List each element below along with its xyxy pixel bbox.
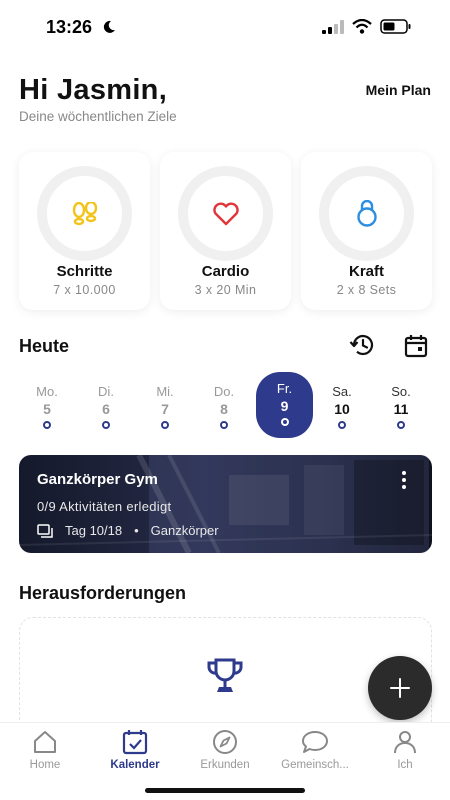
day-thu[interactable]: Do. 8 bbox=[200, 375, 248, 439]
day-label: So. bbox=[391, 384, 411, 399]
day-status-dot bbox=[102, 421, 110, 429]
status-time: 13:26 bbox=[46, 17, 93, 37]
tab-label: Kalender bbox=[110, 759, 160, 771]
calendar-icon[interactable] bbox=[404, 334, 428, 358]
workout-card[interactable]: Ganzkörper Gym 0/9 Aktivitäten erledigt … bbox=[19, 455, 432, 553]
goal-progress-ring bbox=[178, 166, 273, 261]
goal-title: Schritte bbox=[56, 263, 113, 280]
tab-label: Ich bbox=[397, 759, 413, 771]
moon-icon bbox=[103, 20, 115, 33]
goal-target: 3 x 20 Min bbox=[194, 283, 257, 297]
day-status-dot bbox=[220, 421, 228, 429]
workout-title: Ganzkörper Gym bbox=[37, 471, 158, 488]
tab-calendar[interactable]: Kalender bbox=[90, 723, 180, 783]
today-title: Heute bbox=[19, 336, 70, 356]
tab-home[interactable]: Home bbox=[0, 723, 90, 783]
day-tue[interactable]: Di. 6 bbox=[82, 375, 130, 439]
goal-progress-ring bbox=[319, 166, 414, 261]
day-number: 10 bbox=[334, 401, 350, 417]
day-status-dot bbox=[43, 421, 51, 429]
day-label: Do. bbox=[213, 384, 235, 399]
goal-card-steps[interactable]: Schritte 7 x 10.000 bbox=[19, 152, 150, 310]
day-status-dot bbox=[397, 421, 405, 429]
day-mon[interactable]: Mo. 5 bbox=[23, 375, 71, 439]
day-wed[interactable]: Mi. 7 bbox=[141, 375, 189, 439]
greeting-subtitle: Deine wöchentlichen Ziele bbox=[19, 109, 177, 124]
workout-meta: Tag 10/18 • Ganzkörper bbox=[37, 523, 219, 538]
day-number: 7 bbox=[161, 401, 169, 417]
day-sat[interactable]: Sa. 10 bbox=[318, 375, 366, 439]
workout-type: Ganzkörper bbox=[150, 523, 219, 538]
trophy-icon bbox=[207, 658, 243, 692]
goal-progress-ring bbox=[37, 166, 132, 261]
home-indicator bbox=[145, 788, 305, 793]
calendar-check-icon bbox=[122, 730, 148, 755]
signal-icon bbox=[322, 20, 344, 34]
battery-icon bbox=[380, 19, 411, 34]
home-icon bbox=[34, 731, 56, 753]
more-options-icon[interactable] bbox=[402, 471, 406, 492]
day-sun[interactable]: So. 11 bbox=[377, 375, 425, 439]
plan-stack-icon bbox=[37, 523, 53, 538]
kettlebell-icon bbox=[356, 199, 377, 227]
meta-separator: • bbox=[134, 523, 139, 538]
day-status-dot bbox=[338, 421, 346, 429]
greeting-title: Hi Jasmin, bbox=[19, 74, 168, 106]
person-icon bbox=[394, 731, 416, 754]
day-status-dot bbox=[280, 418, 289, 426]
day-number: 6 bbox=[102, 401, 110, 417]
tab-community[interactable]: Gemeinsch... bbox=[270, 723, 360, 783]
day-number: 11 bbox=[393, 401, 409, 417]
history-icon[interactable] bbox=[349, 333, 375, 357]
goal-card-strength[interactable]: Kraft 2 x 8 Sets bbox=[301, 152, 432, 310]
goal-target: 7 x 10.000 bbox=[53, 283, 116, 297]
goal-card-cardio[interactable]: Cardio 3 x 20 Min bbox=[160, 152, 291, 310]
day-label: Mo. bbox=[36, 384, 58, 399]
challenges-title: Herausforderungen bbox=[19, 583, 187, 603]
workout-progress: 0/9 Aktivitäten erledigt bbox=[37, 499, 172, 514]
footsteps-icon bbox=[72, 201, 97, 225]
compass-icon bbox=[213, 730, 237, 754]
status-bar: 13:26 bbox=[0, 0, 450, 52]
tab-explore[interactable]: Erkunden bbox=[180, 723, 270, 783]
day-label: Fr. bbox=[276, 381, 293, 396]
day-number: 5 bbox=[43, 401, 51, 417]
tab-label: Home bbox=[29, 759, 61, 771]
heart-icon bbox=[212, 202, 239, 225]
tab-profile[interactable]: Ich bbox=[360, 723, 450, 783]
goal-target: 2 x 8 Sets bbox=[336, 283, 397, 297]
wifi-icon bbox=[352, 19, 372, 34]
add-fab-button[interactable] bbox=[368, 656, 432, 720]
tab-label: Erkunden bbox=[200, 759, 250, 771]
my-plan-link[interactable]: Mein Plan bbox=[366, 82, 431, 98]
day-number: 8 bbox=[220, 401, 228, 417]
workout-day: Tag 10/18 bbox=[65, 523, 123, 538]
day-label: Sa. bbox=[332, 384, 352, 399]
day-label: Mi. bbox=[156, 384, 174, 399]
tab-label: Gemeinsch... bbox=[281, 759, 349, 771]
goal-title: Cardio bbox=[201, 263, 250, 280]
goal-title: Kraft bbox=[348, 263, 384, 280]
day-label: Di. bbox=[98, 384, 114, 399]
day-number: 9 bbox=[280, 398, 289, 414]
day-status-dot bbox=[161, 421, 169, 429]
day-fri-selected[interactable]: Fr. 9 bbox=[256, 372, 313, 438]
chat-bubble-icon bbox=[302, 731, 328, 753]
